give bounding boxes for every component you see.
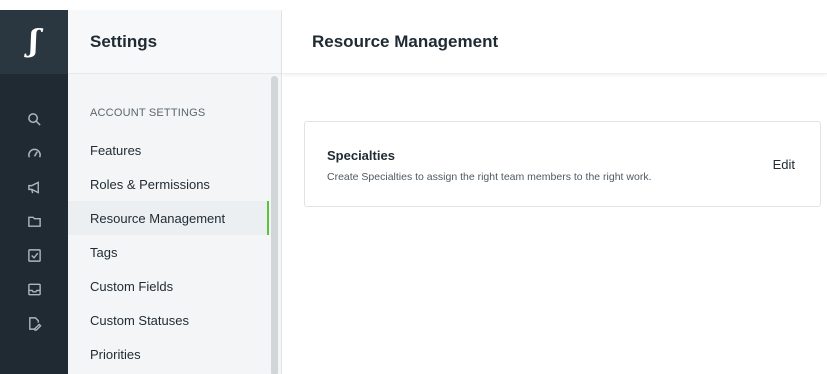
main-header: Resource Management bbox=[282, 10, 827, 74]
document-edit-icon[interactable] bbox=[0, 311, 68, 335]
sidebar-item-custom-fields[interactable]: Custom Fields bbox=[68, 269, 269, 303]
section-label-account-settings: ACCOUNT SETTINGS bbox=[90, 107, 206, 119]
checkbox-icon[interactable] bbox=[0, 243, 68, 267]
card-description: Create Specialties to assign the right t… bbox=[327, 171, 652, 183]
icon-rail: ʃ bbox=[0, 10, 68, 374]
logo[interactable]: ʃ bbox=[0, 10, 68, 74]
inbox-icon[interactable] bbox=[0, 277, 68, 301]
sidebar-scrollbar[interactable] bbox=[271, 76, 278, 374]
sidebar-item-roles-permissions[interactable]: Roles & Permissions bbox=[68, 167, 269, 201]
main-panel: Resource Management Specialties Create S… bbox=[282, 10, 827, 374]
sidebar-title: Settings bbox=[90, 31, 158, 51]
card-title: Specialties bbox=[327, 148, 395, 163]
specialties-card: Specialties Create Specialties to assign… bbox=[304, 121, 821, 207]
sidebar-item-tags[interactable]: Tags bbox=[68, 235, 269, 269]
app-window: ʃ Settings ACCOUNT SETTINGS Features Rol… bbox=[0, 10, 827, 374]
sidebar-item-priorities[interactable]: Priorities bbox=[68, 337, 269, 371]
sidebar-item-resource-management[interactable]: Resource Management bbox=[68, 201, 269, 235]
sidebar-item-features[interactable]: Features bbox=[68, 133, 269, 167]
sidebar-header: Settings bbox=[68, 10, 281, 74]
settings-sidebar: Settings ACCOUNT SETTINGS Features Roles… bbox=[68, 10, 282, 374]
edit-button[interactable]: Edit bbox=[773, 157, 795, 172]
megaphone-icon[interactable] bbox=[0, 175, 68, 199]
speedometer-icon[interactable] bbox=[0, 141, 68, 165]
sidebar-item-custom-statuses[interactable]: Custom Statuses bbox=[68, 303, 269, 337]
page-title: Resource Management bbox=[312, 31, 499, 51]
app-logo: ʃ bbox=[29, 24, 39, 59]
folder-icon[interactable] bbox=[0, 209, 68, 233]
search-icon[interactable] bbox=[0, 107, 68, 131]
